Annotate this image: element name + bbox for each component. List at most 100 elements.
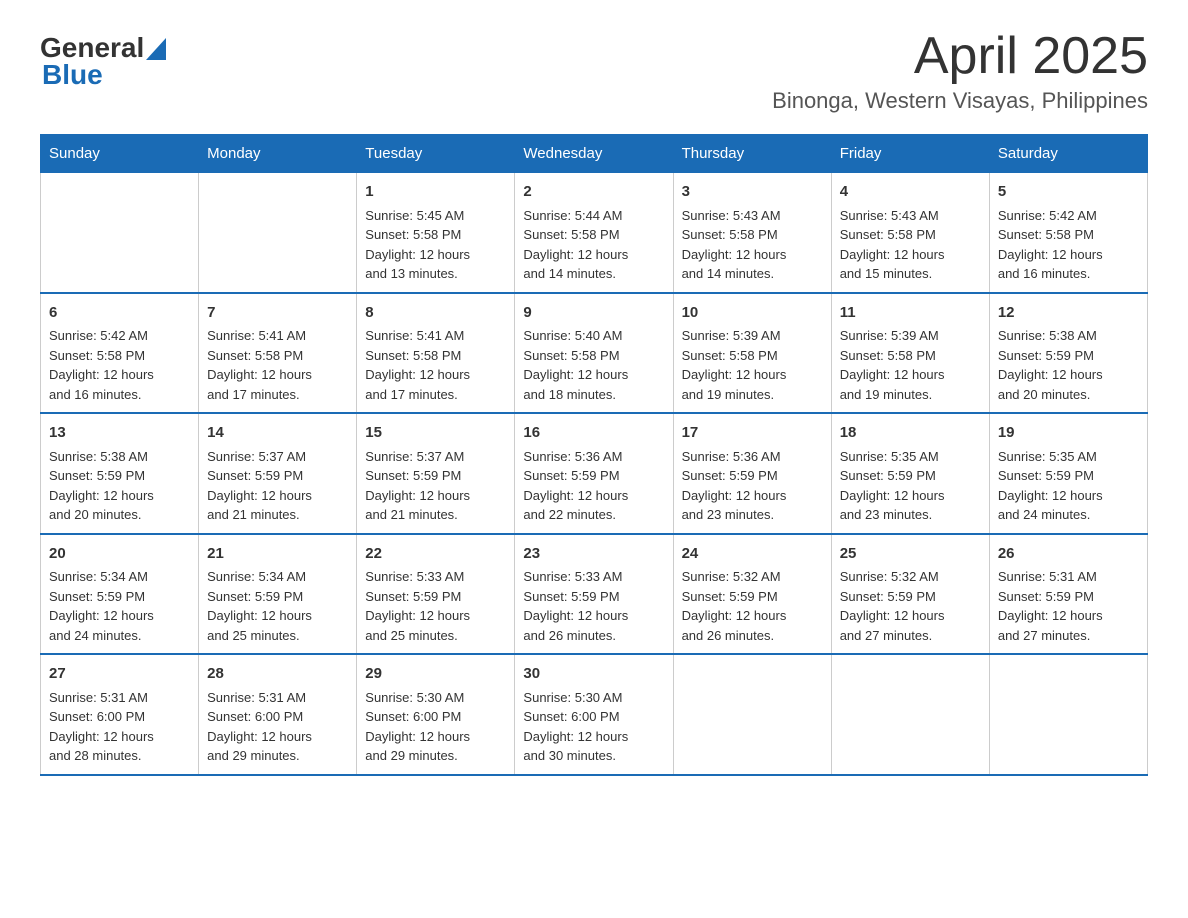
day-number: 6 [49,302,190,325]
day-number: 20 [49,543,190,566]
day-number: 26 [998,543,1139,566]
day-info: Sunrise: 5:33 AM Sunset: 5:59 PM Dayligh… [365,567,506,645]
calendar-cell: 26Sunrise: 5:31 AM Sunset: 5:59 PM Dayli… [989,534,1147,655]
day-info: Sunrise: 5:40 AM Sunset: 5:58 PM Dayligh… [523,326,664,404]
calendar-cell [831,654,989,775]
day-info: Sunrise: 5:37 AM Sunset: 5:59 PM Dayligh… [207,447,348,525]
day-info: Sunrise: 5:32 AM Sunset: 5:59 PM Dayligh… [682,567,823,645]
calendar-cell: 14Sunrise: 5:37 AM Sunset: 5:59 PM Dayli… [199,413,357,534]
calendar-cell: 22Sunrise: 5:33 AM Sunset: 5:59 PM Dayli… [357,534,515,655]
calendar-cell: 5Sunrise: 5:42 AM Sunset: 5:58 PM Daylig… [989,173,1147,293]
calendar-cell: 21Sunrise: 5:34 AM Sunset: 5:59 PM Dayli… [199,534,357,655]
day-info: Sunrise: 5:34 AM Sunset: 5:59 PM Dayligh… [49,567,190,645]
day-number: 18 [840,422,981,445]
calendar-cell: 1Sunrise: 5:45 AM Sunset: 5:58 PM Daylig… [357,173,515,293]
day-number: 2 [523,181,664,204]
day-info: Sunrise: 5:45 AM Sunset: 5:58 PM Dayligh… [365,206,506,284]
calendar-cell: 12Sunrise: 5:38 AM Sunset: 5:59 PM Dayli… [989,293,1147,414]
day-info: Sunrise: 5:36 AM Sunset: 5:59 PM Dayligh… [523,447,664,525]
calendar-cell [989,654,1147,775]
calendar-cell: 2Sunrise: 5:44 AM Sunset: 5:58 PM Daylig… [515,173,673,293]
calendar-cell: 27Sunrise: 5:31 AM Sunset: 6:00 PM Dayli… [41,654,199,775]
calendar-cell [41,173,199,293]
calendar-table: SundayMondayTuesdayWednesdayThursdayFrid… [40,134,1148,776]
column-header-saturday: Saturday [989,135,1147,173]
day-info: Sunrise: 5:44 AM Sunset: 5:58 PM Dayligh… [523,206,664,284]
calendar-cell: 24Sunrise: 5:32 AM Sunset: 5:59 PM Dayli… [673,534,831,655]
day-number: 15 [365,422,506,445]
day-number: 13 [49,422,190,445]
calendar-cell: 20Sunrise: 5:34 AM Sunset: 5:59 PM Dayli… [41,534,199,655]
column-header-monday: Monday [199,135,357,173]
day-info: Sunrise: 5:42 AM Sunset: 5:58 PM Dayligh… [49,326,190,404]
column-header-sunday: Sunday [41,135,199,173]
day-info: Sunrise: 5:35 AM Sunset: 5:59 PM Dayligh… [840,447,981,525]
day-number: 28 [207,663,348,686]
day-info: Sunrise: 5:41 AM Sunset: 5:58 PM Dayligh… [365,326,506,404]
column-header-thursday: Thursday [673,135,831,173]
day-info: Sunrise: 5:31 AM Sunset: 5:59 PM Dayligh… [998,567,1139,645]
calendar-week-5: 27Sunrise: 5:31 AM Sunset: 6:00 PM Dayli… [41,654,1148,775]
day-number: 1 [365,181,506,204]
day-number: 21 [207,543,348,566]
day-number: 29 [365,663,506,686]
header-right: April 2025 Binonga, Western Visayas, Phi… [772,30,1148,114]
calendar-cell: 4Sunrise: 5:43 AM Sunset: 5:58 PM Daylig… [831,173,989,293]
day-number: 16 [523,422,664,445]
calendar-cell: 11Sunrise: 5:39 AM Sunset: 5:58 PM Dayli… [831,293,989,414]
calendar-cell: 6Sunrise: 5:42 AM Sunset: 5:58 PM Daylig… [41,293,199,414]
logo: General Blue [40,30,166,91]
day-number: 9 [523,302,664,325]
calendar-cell [673,654,831,775]
day-info: Sunrise: 5:35 AM Sunset: 5:59 PM Dayligh… [998,447,1139,525]
day-info: Sunrise: 5:32 AM Sunset: 5:59 PM Dayligh… [840,567,981,645]
day-number: 30 [523,663,664,686]
day-number: 14 [207,422,348,445]
day-number: 3 [682,181,823,204]
day-info: Sunrise: 5:38 AM Sunset: 5:59 PM Dayligh… [49,447,190,525]
day-info: Sunrise: 5:37 AM Sunset: 5:59 PM Dayligh… [365,447,506,525]
day-info: Sunrise: 5:38 AM Sunset: 5:59 PM Dayligh… [998,326,1139,404]
calendar-cell: 23Sunrise: 5:33 AM Sunset: 5:59 PM Dayli… [515,534,673,655]
calendar-cell: 10Sunrise: 5:39 AM Sunset: 5:58 PM Dayli… [673,293,831,414]
day-info: Sunrise: 5:31 AM Sunset: 6:00 PM Dayligh… [49,688,190,766]
calendar-header: SundayMondayTuesdayWednesdayThursdayFrid… [41,135,1148,173]
calendar-cell: 29Sunrise: 5:30 AM Sunset: 6:00 PM Dayli… [357,654,515,775]
day-info: Sunrise: 5:43 AM Sunset: 5:58 PM Dayligh… [682,206,823,284]
day-number: 7 [207,302,348,325]
calendar-cell: 30Sunrise: 5:30 AM Sunset: 6:00 PM Dayli… [515,654,673,775]
day-info: Sunrise: 5:39 AM Sunset: 5:58 PM Dayligh… [840,326,981,404]
day-number: 10 [682,302,823,325]
day-number: 5 [998,181,1139,204]
calendar-cell: 18Sunrise: 5:35 AM Sunset: 5:59 PM Dayli… [831,413,989,534]
calendar-cell: 19Sunrise: 5:35 AM Sunset: 5:59 PM Dayli… [989,413,1147,534]
logo-text-blue: Blue [42,59,103,91]
logo-triangle-icon [146,38,166,60]
calendar-cell: 3Sunrise: 5:43 AM Sunset: 5:58 PM Daylig… [673,173,831,293]
page-header: General Blue April 2025 Binonga, Western… [40,30,1148,114]
day-number: 24 [682,543,823,566]
calendar-cell: 28Sunrise: 5:31 AM Sunset: 6:00 PM Dayli… [199,654,357,775]
day-number: 22 [365,543,506,566]
calendar-week-1: 1Sunrise: 5:45 AM Sunset: 5:58 PM Daylig… [41,173,1148,293]
day-info: Sunrise: 5:30 AM Sunset: 6:00 PM Dayligh… [523,688,664,766]
day-info: Sunrise: 5:31 AM Sunset: 6:00 PM Dayligh… [207,688,348,766]
calendar-cell: 13Sunrise: 5:38 AM Sunset: 5:59 PM Dayli… [41,413,199,534]
page-title: April 2025 [772,30,1148,82]
calendar-cell: 9Sunrise: 5:40 AM Sunset: 5:58 PM Daylig… [515,293,673,414]
day-info: Sunrise: 5:41 AM Sunset: 5:58 PM Dayligh… [207,326,348,404]
page-subtitle: Binonga, Western Visayas, Philippines [772,88,1148,114]
column-header-friday: Friday [831,135,989,173]
calendar-cell: 7Sunrise: 5:41 AM Sunset: 5:58 PM Daylig… [199,293,357,414]
day-number: 23 [523,543,664,566]
day-number: 17 [682,422,823,445]
calendar-cell: 15Sunrise: 5:37 AM Sunset: 5:59 PM Dayli… [357,413,515,534]
day-info: Sunrise: 5:36 AM Sunset: 5:59 PM Dayligh… [682,447,823,525]
column-header-tuesday: Tuesday [357,135,515,173]
day-number: 25 [840,543,981,566]
calendar-cell: 25Sunrise: 5:32 AM Sunset: 5:59 PM Dayli… [831,534,989,655]
calendar-cell: 8Sunrise: 5:41 AM Sunset: 5:58 PM Daylig… [357,293,515,414]
calendar-cell [199,173,357,293]
day-number: 27 [49,663,190,686]
calendar-cell: 16Sunrise: 5:36 AM Sunset: 5:59 PM Dayli… [515,413,673,534]
